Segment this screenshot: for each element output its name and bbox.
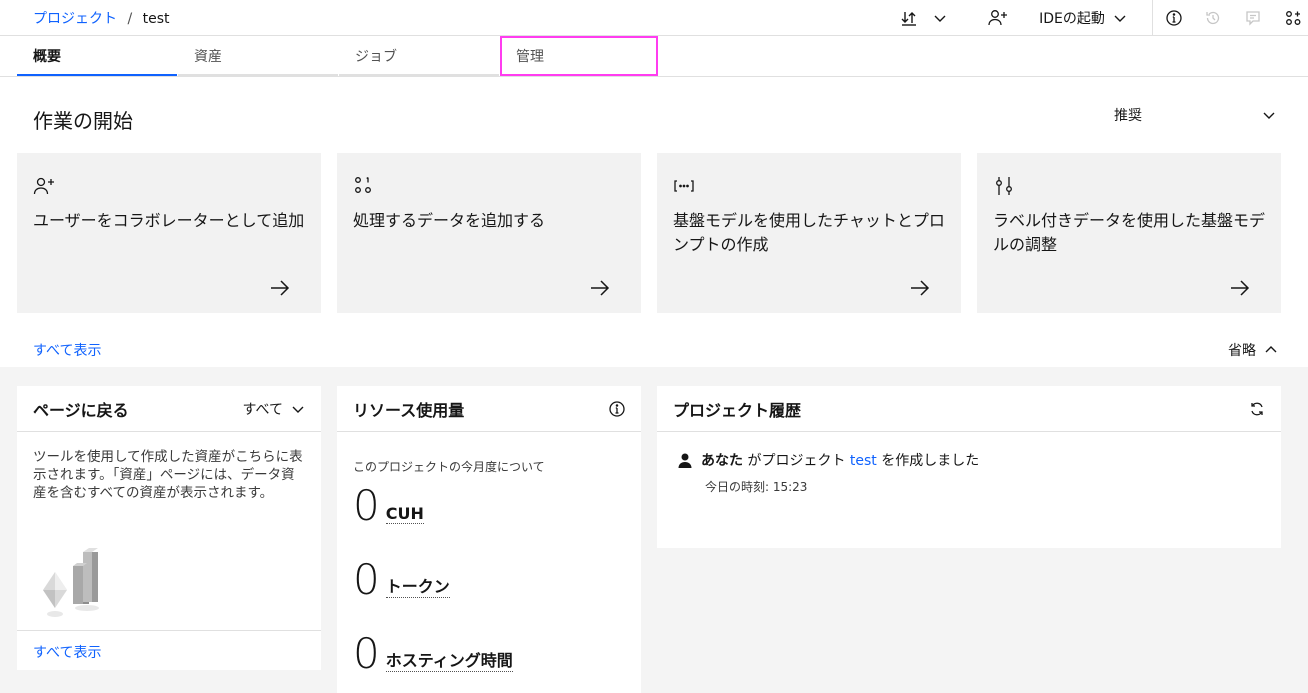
card-tune-model[interactable]: ラベル付きデータを使用した基盤モデルの調整 [977, 153, 1281, 313]
resource-subtitle: このプロジェクトの今月度について [353, 460, 545, 474]
usage-unit[interactable]: CUH [385, 504, 424, 524]
usage-value: 0 [353, 629, 380, 678]
apps-icon[interactable] [1283, 0, 1303, 36]
history-entry: あなた がプロジェクト test を作成しました [677, 450, 979, 470]
usage-tokens: 0 トークン [353, 558, 450, 602]
refresh-icon[interactable] [1249, 386, 1265, 432]
chevron-down-icon[interactable] [930, 0, 950, 36]
breadcrumb-separator: / [127, 11, 133, 27]
history-project-link[interactable]: test [850, 453, 877, 469]
return-panel: ページに戻る すべて ツールを使用して作成した資産がこちらに表示されます。「資産… [17, 386, 321, 670]
add-collaborator-icon[interactable] [987, 0, 1009, 36]
card-add-data[interactable]: 処理するデータを追加する [337, 153, 641, 313]
tab-overview[interactable]: 概要 [17, 36, 177, 76]
info-icon[interactable] [1164, 0, 1184, 36]
resource-usage-panel: リソース使用量 このプロジェクトの今月度について 0 CUH 0 トークン 0 … [337, 386, 641, 693]
usage-unit[interactable]: トークン [385, 573, 450, 598]
panel-header: リソース使用量 [337, 386, 641, 432]
user-avatar-icon [678, 453, 692, 468]
prompt-icon [674, 180, 694, 192]
collapse-label: 省略 [1228, 343, 1256, 359]
history-icon[interactable] [1203, 0, 1223, 36]
show-all-link[interactable]: すべて表示 [33, 340, 101, 360]
add-user-icon [33, 177, 54, 195]
panel-description: ツールを使用して作成した資産がこちらに表示されます。「資産」ページには、データ資… [33, 449, 303, 501]
arrow-right-icon [911, 280, 930, 296]
tuning-icon [996, 177, 1012, 195]
panel-header: プロジェクト履歴 [657, 386, 1281, 432]
project-history-panel: プロジェクト履歴 あなた がプロジェクト test を作成しました 今日の時刻:… [657, 386, 1281, 548]
card-create-prompt[interactable]: 基盤モデルを使用したチャットとプロンプトの作成 [657, 153, 961, 313]
data-icon [355, 176, 371, 193]
card-add-collaborator[interactable]: ユーザーをコラボレーターとして追加 [17, 153, 321, 313]
launch-ide-button[interactable]: IDEの起動 [1037, 0, 1129, 36]
tab-assets[interactable]: 資産 [178, 36, 338, 76]
arrow-right-icon [1231, 280, 1250, 296]
comments-icon[interactable] [1243, 0, 1263, 36]
info-icon[interactable] [609, 386, 625, 432]
arrow-right-icon [591, 280, 610, 296]
usage-cuh: 0 CUH [353, 484, 424, 528]
tab-bar: 概要 資産 ジョブ 管理 [0, 36, 1308, 77]
panel-header: ページに戻る すべて [17, 386, 321, 432]
chevron-up-icon [1265, 346, 1277, 353]
chevron-down-icon [1114, 15, 1126, 22]
history-timestamp: 今日の時刻: 15:23 [705, 480, 808, 494]
card-text: ラベル付きデータを使用した基盤モデルの調整 [993, 211, 1266, 254]
breadcrumb-current: test [142, 11, 170, 27]
recommend-dropdown[interactable]: 推奨 [1114, 105, 1142, 125]
tab-manage[interactable]: 管理 [500, 36, 658, 76]
getting-started-section: 作業の開始 推奨 ユーザーをコラボレーターとして追加 処理するデータを追加する … [0, 77, 1308, 367]
usage-hosting-hours: 0 ホスティング時間 [353, 632, 513, 676]
panel-divider [17, 630, 321, 631]
card-text: 処理するデータを追加する [353, 211, 546, 230]
history-actor: あなた [701, 453, 743, 469]
empty-state-illustration [43, 548, 99, 617]
history-text-after: を作成しました [881, 453, 980, 469]
toolbar-divider [1152, 0, 1153, 36]
usage-value: 0 [353, 481, 380, 530]
filter-dropdown[interactable]: すべて [243, 386, 305, 432]
card-text: 基盤モデルを使用したチャットとプロンプトの作成 [673, 211, 945, 254]
tab-jobs[interactable]: ジョブ [339, 36, 499, 76]
panel-title: リソース使用量 [353, 400, 465, 420]
arrow-right-icon [271, 280, 290, 296]
collapse-button[interactable]: 省略 [1228, 340, 1278, 360]
panel-title: プロジェクト履歴 [673, 400, 802, 420]
chevron-down-icon[interactable] [1262, 107, 1276, 126]
usage-value: 0 [353, 555, 380, 604]
section-title: 作業の開始 [33, 109, 133, 133]
import-export-icon[interactable] [898, 0, 920, 36]
usage-unit[interactable]: ホスティング時間 [385, 647, 513, 672]
breadcrumb: プロジェクト / test [33, 8, 170, 28]
launch-ide-label: IDEの起動 [1039, 11, 1105, 27]
card-text: ユーザーをコラボレーターとして追加 [33, 211, 305, 230]
filter-label: すべて [242, 402, 283, 418]
top-bar: プロジェクト / test IDEの起動 [0, 0, 1308, 36]
show-all-link[interactable]: すべて表示 [33, 642, 101, 662]
chevron-down-icon [292, 406, 304, 413]
history-text-before: がプロジェクト [747, 453, 846, 469]
breadcrumb-projects-link[interactable]: プロジェクト [33, 11, 117, 27]
panel-title: ページに戻る [33, 400, 129, 420]
